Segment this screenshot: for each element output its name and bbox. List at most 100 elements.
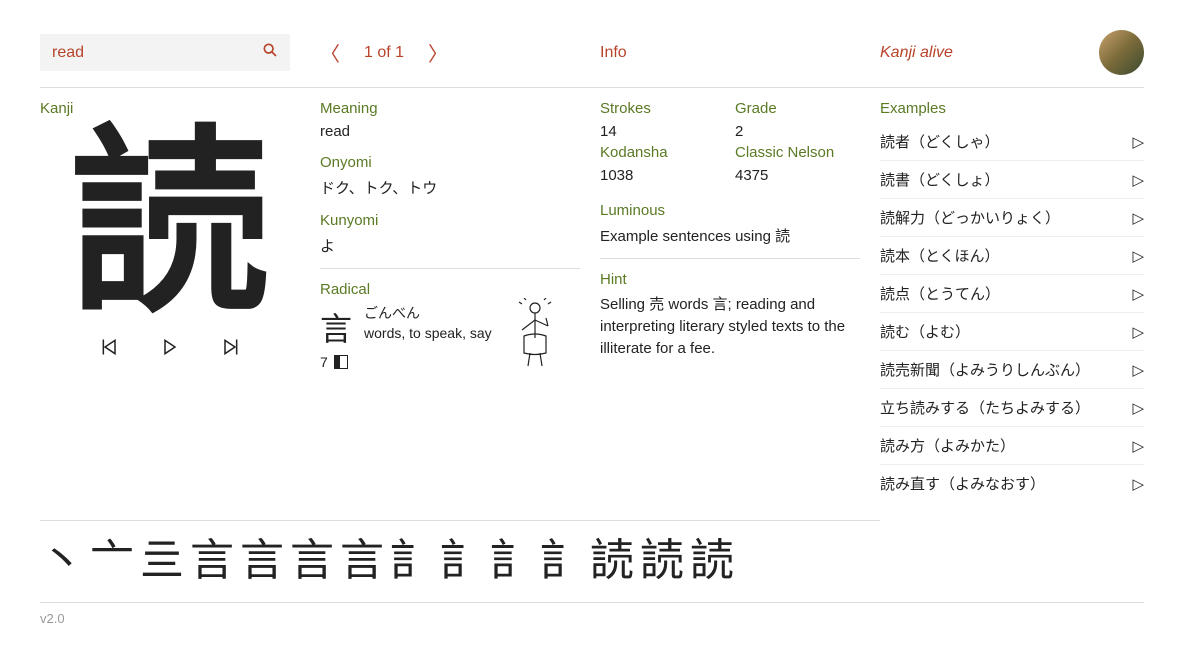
label-classic-nelson: Classic Nelson — [735, 144, 860, 161]
value-kodansha: 1038 — [600, 167, 725, 184]
stroke-step[interactable]: 読 — [590, 535, 634, 588]
play-audio-icon[interactable]: ▷ — [1132, 475, 1144, 493]
search-box[interactable] — [40, 34, 290, 71]
stroke-step[interactable]: 言 — [340, 535, 384, 588]
stroke-step[interactable]: 亠 — [90, 535, 134, 588]
info-cell: Info — [600, 44, 880, 62]
example-text: 読解力（どっかいりょく） — [880, 207, 1060, 228]
example-text: 読み方（よみかた） — [880, 435, 1015, 456]
radical-position-icon — [334, 355, 348, 369]
divider — [600, 258, 860, 259]
play-audio-icon[interactable]: ▷ — [1132, 247, 1144, 265]
stroke-step[interactable]: 言 — [190, 535, 234, 588]
stroke-step[interactable]: 訁 — [490, 535, 534, 588]
stroke-step[interactable]: 訁 — [440, 535, 484, 588]
col-examples: Examples 読者（どくしゃ） ▷ 読書（どくしょ） ▷ 読解力（どっかいりょく… — [880, 100, 1144, 502]
example-item: 立ち読みする（たちよみする） ▷ — [880, 389, 1144, 427]
value-kunyomi: よ — [320, 235, 580, 256]
stroke-row: 丶 亠 亖 言 言 言 言 訁 訁 訁 訁 読 読 読 — [40, 535, 880, 588]
pager-label: 1 of 1 — [364, 44, 404, 62]
radical-meta: 7 — [320, 354, 352, 370]
radical-hiragana: ごんべん — [364, 304, 492, 324]
stroke-step[interactable]: 読 — [690, 535, 734, 588]
value-onyomi: ドク、トク、トウ — [320, 177, 580, 198]
search-cell — [40, 34, 320, 71]
play-audio-icon[interactable]: ▷ — [1132, 361, 1144, 379]
search-input[interactable] — [52, 44, 262, 62]
example-text: 読書（どくしょ） — [880, 169, 1000, 190]
app-root: 〈 1 of 1 〉 Info Kanji alive Kanji 読 — [40, 30, 1144, 626]
luminous-link[interactable]: Example sentences using 読 — [600, 225, 860, 246]
radical-strokes: 7 — [320, 354, 328, 370]
play-audio-icon[interactable]: ▷ — [1132, 209, 1144, 227]
label-strokes: Strokes — [600, 100, 725, 117]
radical-glyph: 言 — [320, 304, 352, 350]
play-audio-icon[interactable]: ▷ — [1132, 133, 1144, 151]
radical-english: words, to speak, say — [364, 324, 492, 344]
stroke-step[interactable]: 言 — [290, 535, 334, 588]
label-hint: Hint — [600, 271, 860, 288]
label-luminous: Luminous — [600, 202, 860, 219]
example-item: 読売新聞（よみうりしんぶん） ▷ — [880, 351, 1144, 389]
label-kodansha: Kodansha — [600, 144, 725, 161]
example-item: 読解力（どっかいりょく） ▷ — [880, 199, 1144, 237]
value-meaning: read — [320, 123, 580, 140]
play-button[interactable] — [160, 337, 180, 363]
label-examples: Examples — [880, 100, 1144, 117]
play-audio-icon[interactable]: ▷ — [1132, 285, 1144, 303]
value-strokes: 14 — [600, 123, 725, 140]
play-audio-icon[interactable]: ▷ — [1132, 437, 1144, 455]
example-text: 読み直す（よみなおす） — [880, 473, 1045, 494]
example-item: 読点（とうてん）▷ — [880, 275, 1144, 313]
label-kunyomi: Kunyomi — [320, 212, 580, 229]
stroke-step[interactable]: 丶 — [40, 535, 84, 588]
example-item: 読み直す（よみなおす） ▷ — [880, 465, 1144, 502]
mnemonic-image — [512, 298, 558, 368]
stroke-step[interactable]: 訁 — [390, 535, 434, 588]
topbar: 〈 1 of 1 〉 Info Kanji alive — [40, 30, 1144, 88]
play-audio-icon[interactable]: ▷ — [1132, 171, 1144, 189]
example-item: 読書（どくしょ） ▷ — [880, 161, 1144, 199]
kanji-glyph: 読 — [40, 127, 300, 327]
info-link[interactable]: Info — [600, 44, 627, 61]
examples-list: 読者（どくしゃ） ▷ 読書（どくしょ） ▷ 読解力（どっかいりょく） ▷ 読本（とくほ… — [880, 123, 1144, 502]
stroke-sequence: 丶 亠 亖 言 言 言 言 訁 訁 訁 訁 読 読 読 — [40, 520, 880, 588]
stroke-step[interactable]: 亖 — [140, 535, 184, 588]
example-text: 読売新聞（よみうりしんぶん） — [880, 359, 1090, 380]
content-grid: Kanji 読 Meaning read Onyomi ドク、トク、トウ Kun… — [40, 88, 1144, 588]
radical-info: ごんべん words, to speak, say — [364, 304, 492, 343]
radical-glyph-block: 言 7 — [320, 304, 352, 370]
example-text: 読者（どくしゃ） — [880, 131, 1000, 152]
forward-button[interactable] — [220, 337, 240, 363]
stroke-step[interactable]: 読 — [640, 535, 684, 588]
example-item: 読む（よむ）▷ — [880, 313, 1144, 351]
col-kanji: Kanji 読 — [40, 100, 320, 502]
label-meaning: Meaning — [320, 100, 580, 117]
col-readings: Meaning read Onyomi ドク、トク、トウ Kunyomi よ R… — [320, 100, 600, 502]
play-audio-icon[interactable]: ▷ — [1132, 399, 1144, 417]
next-button[interactable]: 〉 — [428, 38, 448, 67]
col-info: Strokes 14 Grade 2 Kodansha 1038 Classic… — [600, 100, 880, 502]
example-item: 読本（とくほん）▷ — [880, 237, 1144, 275]
rewind-button[interactable] — [100, 337, 120, 363]
radical-row: 言 7 ごんべん words, to speak, say — [320, 304, 580, 370]
footer: v2.0 — [40, 602, 1144, 626]
label-grade: Grade — [735, 100, 860, 117]
stroke-step[interactable]: 言 — [240, 535, 284, 588]
pager: 〈 1 of 1 〉 — [320, 38, 600, 67]
prev-button[interactable]: 〈 — [320, 38, 340, 67]
hint-text: Selling 売 words 言; reading and interpret… — [600, 294, 860, 359]
stroke-step[interactable]: 訁 — [540, 535, 584, 588]
search-icon[interactable] — [262, 42, 278, 63]
avatar[interactable] — [1099, 30, 1144, 75]
brand-label: Kanji alive — [880, 44, 953, 62]
example-item: 読み方（よみかた） ▷ — [880, 427, 1144, 465]
example-item: 読者（どくしゃ） ▷ — [880, 123, 1144, 161]
label-radical: Radical — [320, 281, 580, 298]
brand-cell: Kanji alive — [880, 30, 1144, 75]
version-label: v2.0 — [40, 611, 65, 626]
play-audio-icon[interactable]: ▷ — [1132, 323, 1144, 341]
value-classic-nelson: 4375 — [735, 167, 860, 184]
divider — [320, 268, 580, 269]
example-text: 立ち読みする（たちよみする） — [880, 397, 1090, 418]
